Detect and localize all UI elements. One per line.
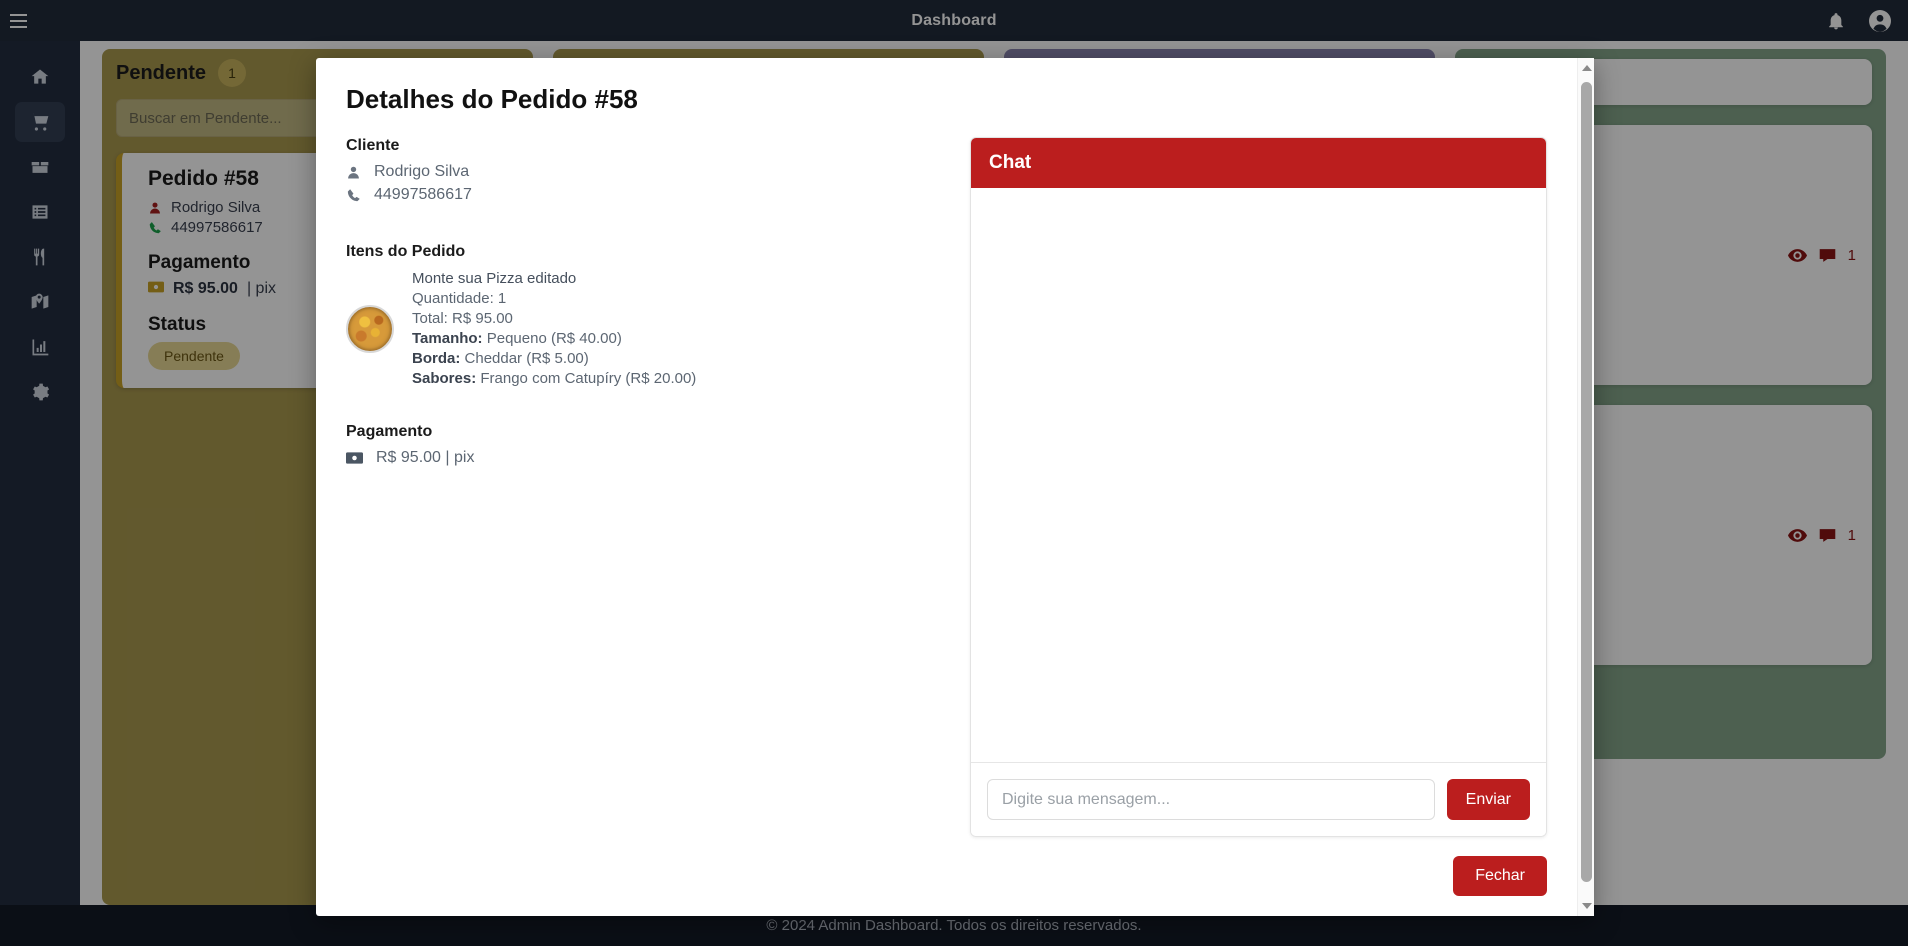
item-flavors-row: Sabores: Frango com Catupíry (R$ 20.00) [412, 369, 696, 389]
customer-name-row: Rodrigo Silva [346, 163, 946, 181]
item-total: Total: R$ 95.00 [412, 309, 513, 327]
chat-messages-list [971, 188, 1546, 763]
chat-panel: Chat Enviar [970, 137, 1547, 837]
order-item-info: Monte sua Pizza editado Quantidade: 1 To… [412, 269, 696, 389]
order-item: Monte sua Pizza editado Quantidade: 1 To… [346, 269, 946, 389]
customer-name: Rodrigo Silva [374, 163, 470, 180]
phone-icon [346, 188, 361, 203]
customer-heading: Cliente [346, 137, 400, 154]
caret-up-icon[interactable] [1578, 60, 1595, 76]
chat-input-row: Enviar [971, 763, 1546, 836]
item-flavors-value: Frango com Catupíry (R$ 20.00) [480, 369, 697, 387]
scrollbar-thumb[interactable] [1581, 82, 1592, 882]
pizza-thumbnail [346, 304, 394, 353]
customer-phone: 44997586617 [374, 186, 472, 203]
items-heading: Itens do Pedido [346, 243, 466, 260]
money-bill-icon [346, 451, 363, 464]
order-details-modal: Detalhes do Pedido #58 Cliente Rodrigo S… [316, 58, 1594, 916]
caret-down-icon[interactable] [1578, 898, 1595, 914]
app-root: Dashboard Pendente 1 Buscar em Pendente.… [0, 0, 1908, 946]
send-button[interactable]: Enviar [1446, 779, 1530, 820]
close-button[interactable]: Fechar [1453, 856, 1547, 896]
payment-row: R$ 95.00 | pix [346, 449, 946, 467]
chat-pane: Chat Enviar [970, 137, 1547, 837]
item-size-row: Tamanho: Pequeno (R$ 40.00) [412, 329, 696, 349]
payment-value: R$ 95.00 | pix [376, 448, 475, 466]
chat-message-input[interactable] [987, 779, 1435, 820]
item-quantity: Quantidade: 1 [412, 289, 507, 307]
modal-body: Detalhes do Pedido #58 Cliente Rodrigo S… [316, 58, 1577, 916]
chat-heading: Chat [971, 138, 1546, 188]
item-name: Monte sua Pizza editado [412, 270, 577, 287]
modal-title: Detalhes do Pedido #58 [346, 84, 638, 114]
payment-heading: Pagamento [346, 422, 433, 440]
item-flavors-label: Sabores: [412, 369, 477, 387]
item-border-row: Borda: Cheddar (R$ 5.00) [412, 349, 696, 369]
user-icon [346, 165, 361, 180]
customer-phone-row: 44997586617 [346, 186, 946, 204]
order-info-pane: Cliente Rodrigo Silva 44997586617 Itens … [346, 137, 946, 834]
item-size-label: Tamanho: [412, 329, 483, 347]
item-border-value: Cheddar (R$ 5.00) [464, 349, 589, 367]
modal-footer: Fechar [346, 834, 1547, 896]
item-border-label: Borda: [412, 349, 461, 367]
item-size-value: Pequeno (R$ 40.00) [486, 329, 622, 347]
modal-scrollbar[interactable] [1577, 58, 1594, 916]
